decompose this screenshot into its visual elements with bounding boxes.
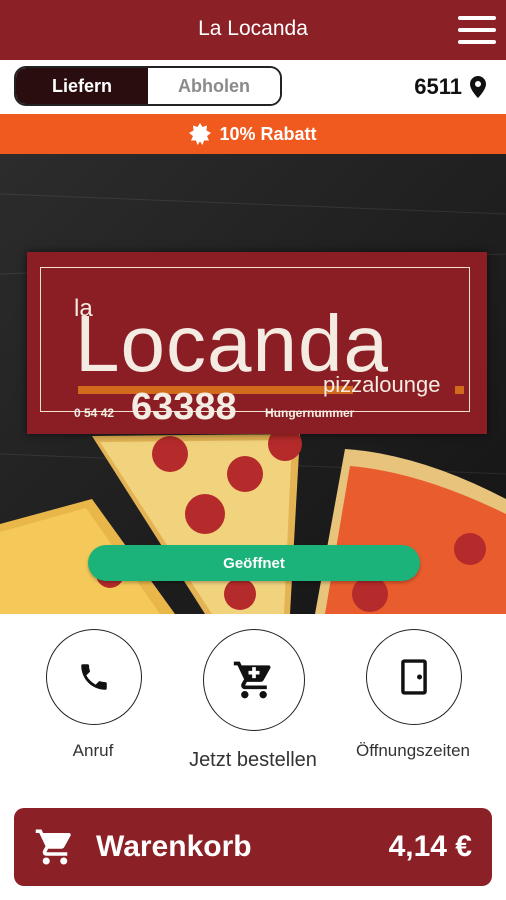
hamburger-icon — [458, 28, 496, 32]
order-circle[interactable] — [203, 629, 305, 731]
menu-button[interactable] — [458, 16, 496, 44]
phone-icon — [81, 664, 107, 690]
delivery-toggle: Liefern Abholen — [14, 66, 282, 106]
badge-icon — [189, 123, 212, 145]
hamburger-icon — [458, 40, 496, 44]
cart-button[interactable]: Warenkorb 4,14 € — [14, 808, 492, 886]
logo-hotline-label: Hungernummer — [265, 406, 355, 420]
call-action[interactable]: Anruf — [46, 629, 142, 769]
promo-text: 10% Rabatt — [219, 123, 317, 144]
cart-label: Warenkorb — [96, 830, 252, 863]
location-selector[interactable]: 6511 — [414, 74, 486, 100]
location-pin-icon — [470, 76, 486, 98]
cart-icon — [35, 829, 71, 865]
logo-phone-prefix: 0 54 42 — [74, 406, 115, 420]
deliver-tab[interactable]: Liefern — [16, 68, 148, 104]
app-header: La Locanda — [0, 0, 506, 60]
call-label: Anruf — [72, 741, 114, 760]
open-status-button[interactable]: Geöffnet — [88, 545, 420, 581]
pickup-tab[interactable]: Abholen — [148, 68, 280, 104]
logo-subtitle: pizzalounge — [323, 372, 441, 397]
hours-action[interactable]: Öffnungszeiten — [356, 629, 470, 769]
cart-total: 4,14 € — [388, 830, 472, 863]
zip-code: 6511 — [414, 74, 462, 99]
restaurant-logo: la Locanda pizzalounge 0 54 42 63388 Hun… — [27, 252, 487, 434]
promo-banner[interactable]: 10% Rabatt — [0, 114, 506, 154]
app-title: La Locanda — [198, 17, 308, 40]
door-icon — [401, 659, 427, 695]
cart-icon — [233, 661, 271, 699]
order-action[interactable]: Jetzt bestellen — [189, 629, 317, 777]
hamburger-icon — [458, 16, 496, 20]
hours-label: Öffnungszeiten — [355, 741, 471, 760]
logo-phone-number: 63388 — [131, 386, 237, 428]
order-mode-bar: Liefern Abholen 6511 — [0, 60, 506, 114]
order-label: Jetzt bestellen — [189, 749, 317, 771]
call-circle[interactable] — [46, 629, 142, 725]
hours-circle[interactable] — [366, 629, 462, 725]
